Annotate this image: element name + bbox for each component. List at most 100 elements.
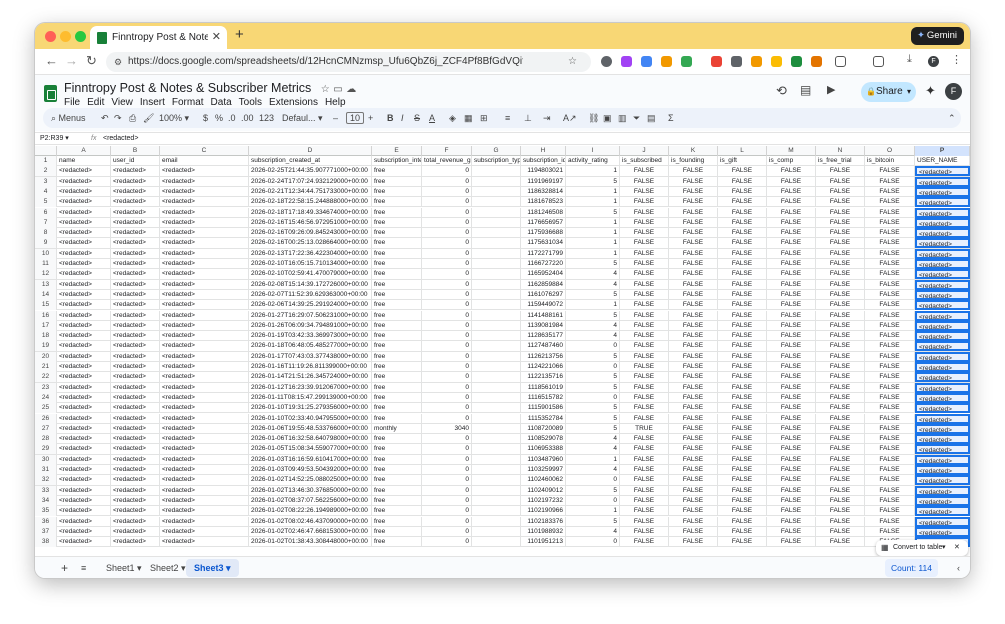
table-cell[interactable]: FALSE: [669, 392, 718, 403]
table-cell[interactable]: <redacted>: [915, 526, 970, 537]
table-cell[interactable]: 5: [566, 485, 620, 496]
table-cell[interactable]: 5: [566, 207, 620, 218]
table-cell[interactable]: <redacted>: [111, 444, 160, 455]
table-cell[interactable]: <redacted>: [915, 228, 970, 239]
table-cell[interactable]: <redacted>: [57, 217, 111, 228]
row-number[interactable]: 32: [35, 475, 57, 486]
table-cell[interactable]: [472, 197, 521, 208]
extension-icon[interactable]: [711, 56, 722, 67]
chevron-down-icon[interactable]: ▾: [942, 540, 946, 556]
menu-file[interactable]: File: [64, 97, 80, 108]
header-cell[interactable]: name: [57, 156, 111, 166]
table-cell[interactable]: 0: [422, 238, 472, 249]
header-cell[interactable]: total_revenue_g: [422, 156, 472, 166]
table-cell[interactable]: FALSE: [816, 495, 865, 506]
table-cell[interactable]: <redacted>: [915, 269, 970, 280]
extension-icon[interactable]: [751, 56, 762, 67]
table-cell[interactable]: <redacted>: [915, 506, 970, 517]
table-cell[interactable]: <redacted>: [160, 320, 249, 331]
text-rotation-icon[interactable]: A↗: [563, 108, 577, 128]
table-cell[interactable]: FALSE: [718, 269, 767, 280]
table-cell[interactable]: FALSE: [718, 362, 767, 372]
table-cell[interactable]: [472, 217, 521, 228]
table-cell[interactable]: 2026-01-16T11:19:26.811399000+00:00: [249, 362, 372, 372]
table-cell[interactable]: 2026-01-10T02:33:40.947955000+00:00: [249, 413, 372, 424]
table-cell[interactable]: free: [372, 176, 422, 187]
table-cell[interactable]: FALSE: [865, 475, 915, 486]
table-cell[interactable]: <redacted>: [160, 537, 249, 548]
formula-input[interactable]: <redacted>: [103, 133, 138, 144]
table-cell[interactable]: <redacted>: [57, 372, 111, 383]
table-cell[interactable]: 1102409012: [521, 485, 566, 496]
table-cell[interactable]: <redacted>: [111, 392, 160, 403]
table-cell[interactable]: FALSE: [767, 351, 816, 362]
row-number[interactable]: 19: [35, 341, 57, 352]
table-cell[interactable]: FALSE: [718, 259, 767, 269]
table-cell[interactable]: 1176656957: [521, 217, 566, 228]
table-cell[interactable]: 1108720089: [521, 423, 566, 434]
header-cell[interactable]: activity_rating: [566, 156, 620, 166]
table-cell[interactable]: <redacted>: [111, 454, 160, 465]
table-cell[interactable]: 1102460062: [521, 475, 566, 486]
table-cell[interactable]: 0: [422, 526, 472, 537]
table-cell[interactable]: 0: [422, 341, 472, 352]
table-cell[interactable]: <redacted>: [160, 382, 249, 393]
table-cell[interactable]: 0: [422, 300, 472, 311]
table-cell[interactable]: FALSE: [620, 228, 669, 239]
table-cell[interactable]: FALSE: [865, 372, 915, 383]
table-cell[interactable]: FALSE: [620, 413, 669, 424]
table-cell[interactable]: FALSE: [669, 413, 718, 424]
table-cell[interactable]: [472, 238, 521, 249]
table-cell[interactable]: FALSE: [865, 248, 915, 259]
table-cell[interactable]: 4: [566, 444, 620, 455]
extension-icon[interactable]: [791, 56, 802, 67]
table-cell[interactable]: free: [372, 537, 422, 548]
table-cell[interactable]: FALSE: [620, 238, 669, 249]
table-cell[interactable]: <redacted>: [57, 259, 111, 269]
text-wrap-icon[interactable]: ⇥: [543, 108, 551, 128]
extension-icon[interactable]: [771, 56, 782, 67]
forward-icon[interactable]: →: [65, 53, 78, 68]
header-cell[interactable]: user_id: [111, 156, 160, 166]
table-cell[interactable]: <redacted>: [160, 454, 249, 465]
table-cell[interactable]: free: [372, 259, 422, 269]
table-cell[interactable]: <redacted>: [111, 300, 160, 311]
table-cell[interactable]: <redacted>: [915, 300, 970, 311]
table-cell[interactable]: FALSE: [767, 300, 816, 311]
table-cell[interactable]: 2026-01-02T08:22:26.194989000+00:00: [249, 506, 372, 517]
table-cell[interactable]: free: [372, 248, 422, 259]
table-cell[interactable]: 0: [422, 248, 472, 259]
table-cell[interactable]: FALSE: [718, 413, 767, 424]
table-cell[interactable]: 0: [422, 289, 472, 300]
name-box[interactable]: P2:R39 ▾: [40, 133, 69, 144]
table-cell[interactable]: FALSE: [718, 526, 767, 537]
table-cell[interactable]: <redacted>: [160, 186, 249, 197]
table-cell[interactable]: FALSE: [816, 444, 865, 455]
table-cell[interactable]: <redacted>: [111, 382, 160, 393]
side-panel-toggle-icon[interactable]: ‹: [957, 557, 960, 578]
table-cell[interactable]: <redacted>: [57, 300, 111, 311]
table-cell[interactable]: 0: [422, 506, 472, 517]
table-cell[interactable]: FALSE: [816, 166, 865, 177]
table-cell[interactable]: FALSE: [865, 444, 915, 455]
table-cell[interactable]: FALSE: [767, 259, 816, 269]
table-cell[interactable]: [472, 279, 521, 290]
table-cell[interactable]: free: [372, 310, 422, 321]
table-cell[interactable]: <redacted>: [915, 495, 970, 506]
header-cell[interactable]: is_subscribed: [620, 156, 669, 166]
table-cell[interactable]: 1165952404: [521, 269, 566, 280]
table-cell[interactable]: FALSE: [669, 217, 718, 228]
extension-icon[interactable]: [731, 56, 742, 67]
table-cell[interactable]: FALSE: [767, 537, 816, 548]
table-cell[interactable]: free: [372, 228, 422, 239]
row-number[interactable]: 33: [35, 485, 57, 496]
table-cell[interactable]: FALSE: [865, 506, 915, 517]
header-cell[interactable]: USER_NAME: [915, 156, 970, 166]
table-cell[interactable]: 0: [566, 392, 620, 403]
table-cell[interactable]: FALSE: [718, 279, 767, 290]
align-vertical-icon[interactable]: ⊥: [524, 108, 532, 128]
table-cell[interactable]: 1: [566, 506, 620, 517]
table-cell[interactable]: free: [372, 320, 422, 331]
table-cell[interactable]: <redacted>: [915, 434, 970, 445]
table-cell[interactable]: 1102197232: [521, 495, 566, 506]
